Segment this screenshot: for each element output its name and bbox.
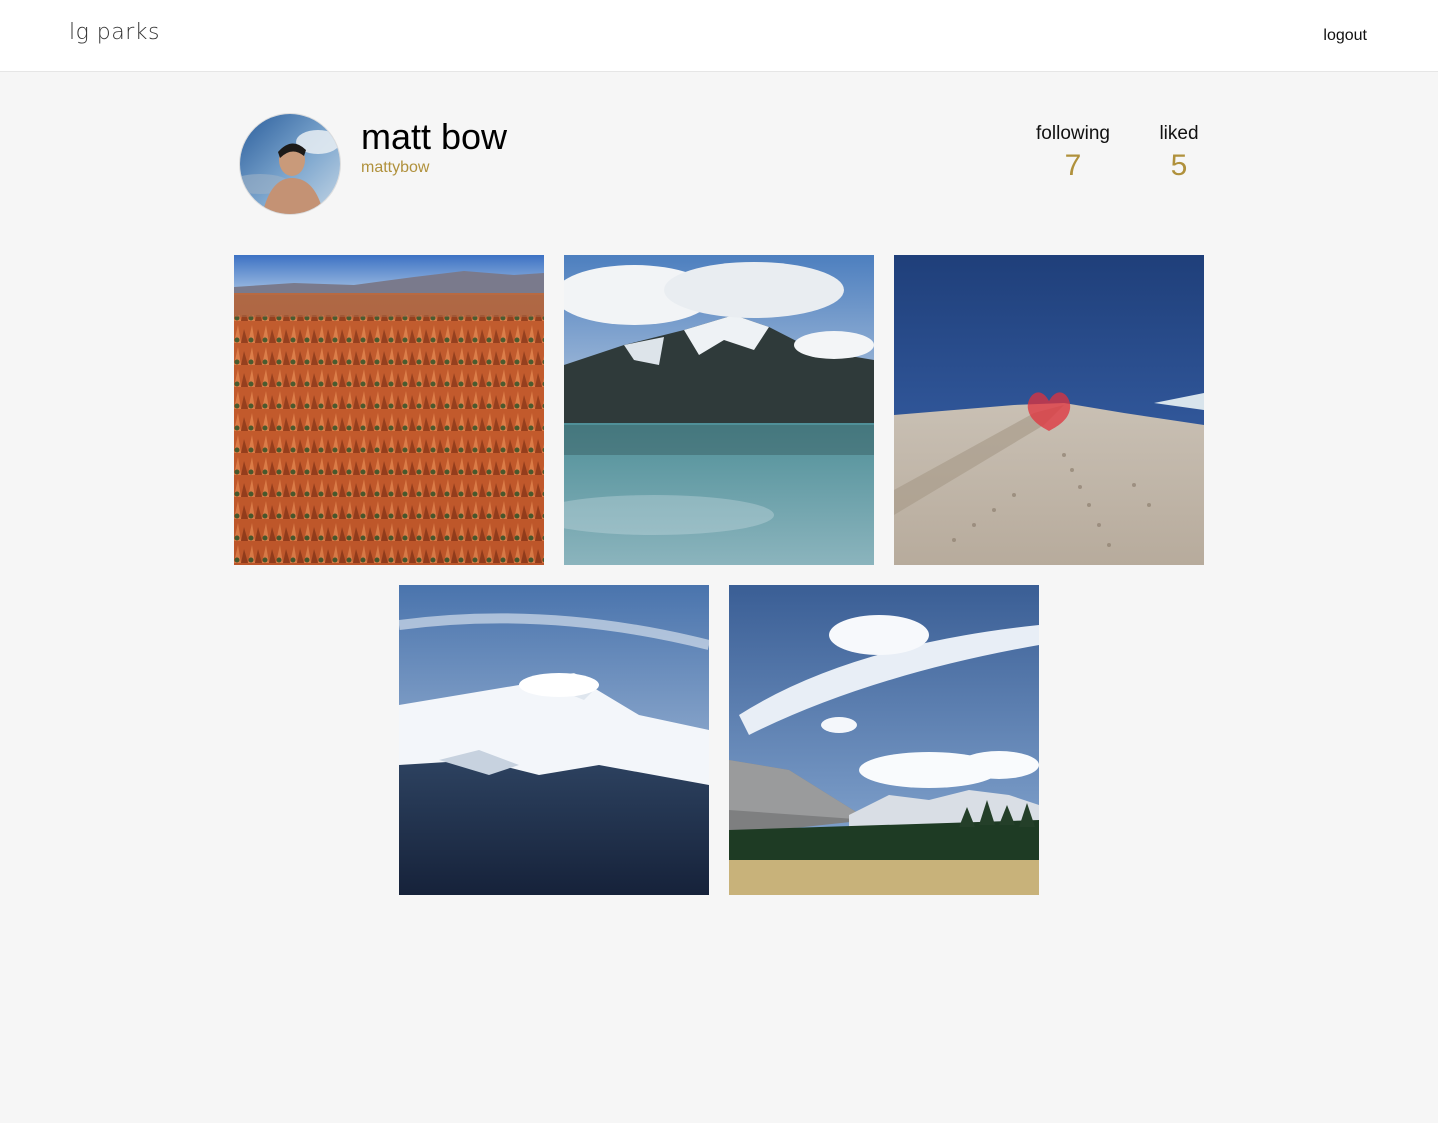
following-count: 7	[1064, 149, 1082, 182]
avatar-image	[240, 114, 340, 214]
profile-username[interactable]: mattybow	[361, 159, 429, 177]
top-navbar: lg parks logout	[0, 0, 1438, 72]
liked-count: 5	[1170, 149, 1188, 182]
following-stat[interactable]: following 7	[1027, 123, 1119, 183]
photo-canyon[interactable]	[234, 255, 544, 565]
photo-meadow[interactable]	[729, 585, 1039, 895]
dune-photo-image	[894, 255, 1204, 565]
profile-name: matt bow	[361, 116, 508, 157]
meadow-photo-image	[729, 585, 1039, 895]
mountain-photo-image	[399, 585, 709, 895]
liked-label: liked	[1159, 123, 1199, 144]
logout-link[interactable]: logout	[1323, 27, 1367, 45]
liked-stat[interactable]: liked 5	[1150, 123, 1208, 183]
canyon-photo-image	[234, 255, 544, 565]
glacier-photo-image	[564, 255, 874, 565]
photo-snowy-mountain[interactable]	[399, 585, 709, 895]
photo-glacier-lake[interactable]	[564, 255, 874, 565]
photo-sand-dune[interactable]	[894, 255, 1204, 565]
following-label: following	[1036, 123, 1110, 144]
app-logo[interactable]: lg parks	[69, 20, 160, 45]
avatar[interactable]	[239, 113, 341, 215]
